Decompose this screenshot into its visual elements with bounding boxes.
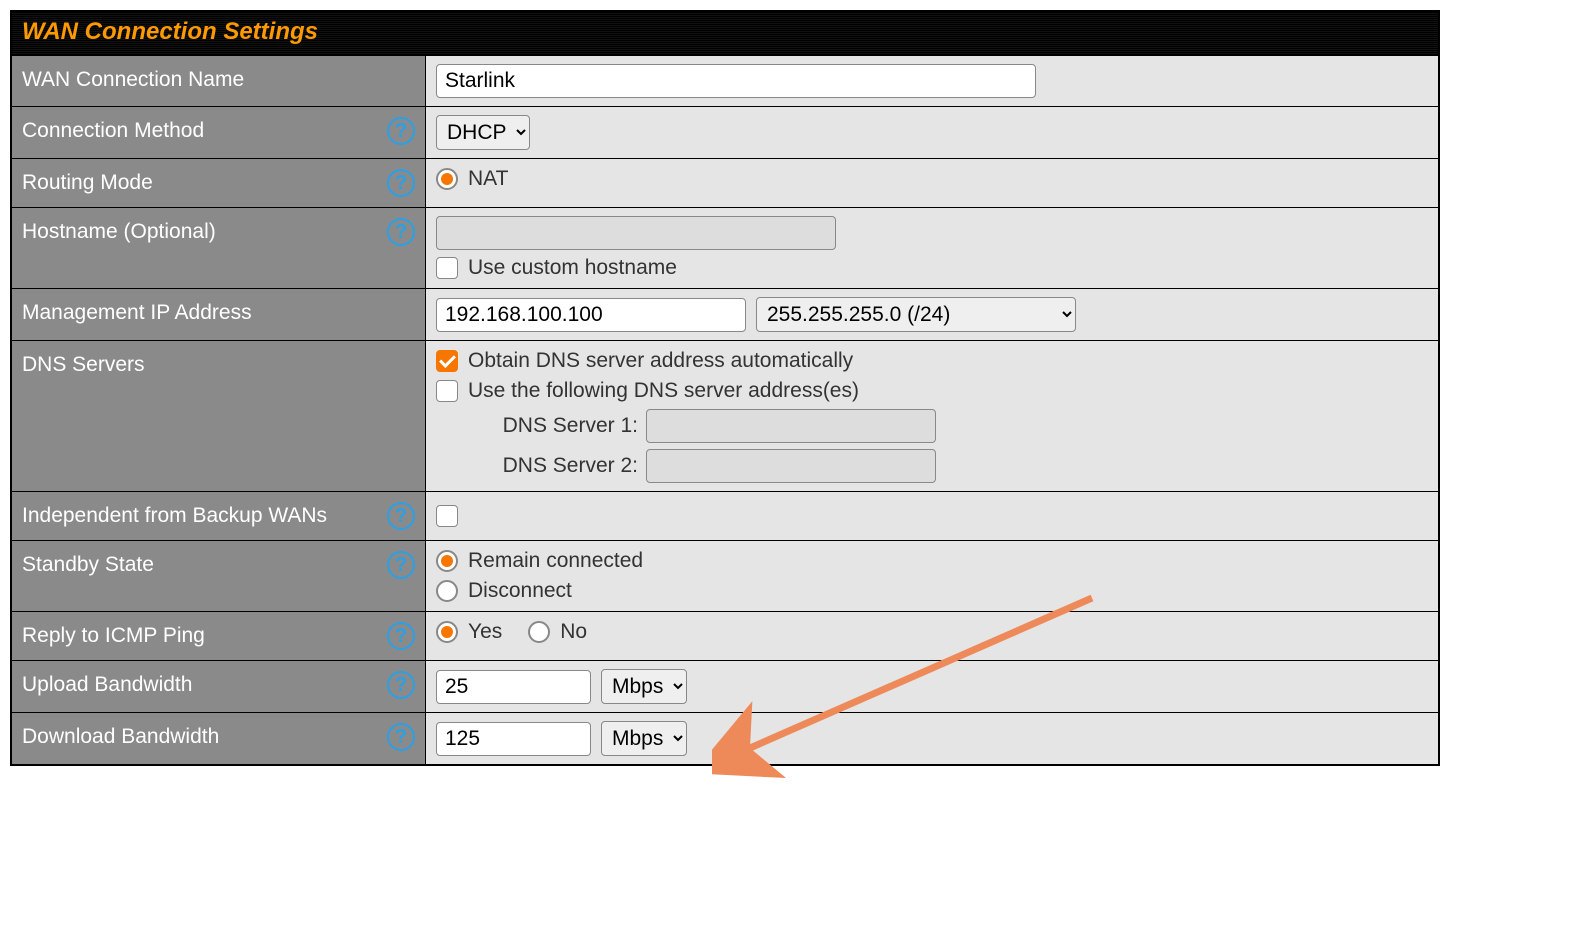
conn-method-select[interactable]: DHCP — [436, 115, 530, 150]
row-mgmt-ip: Management IP Address 255.255.255.0 (/24… — [12, 288, 1438, 340]
dns1-label: DNS Server 1: — [488, 414, 638, 438]
icmp-no-radio[interactable] — [528, 621, 550, 643]
help-icon[interactable]: ? — [387, 169, 415, 197]
row-dns: DNS Servers Obtain DNS server address au… — [12, 340, 1438, 491]
row-download-bw: Download Bandwidth ? Mbps — [12, 712, 1438, 764]
wan-settings-panel: WAN Connection Settings WAN Connection N… — [10, 10, 1440, 766]
dns1-input[interactable] — [646, 409, 936, 443]
label-hostname: Hostname (Optional) ? — [12, 208, 426, 288]
standby-remain-radio[interactable] — [436, 550, 458, 572]
row-standby: Standby State ? Remain connected Disconn… — [12, 540, 1438, 611]
use-custom-hostname-checkbox[interactable] — [436, 257, 458, 279]
dns-manual-label: Use the following DNS server address(es) — [468, 379, 859, 403]
row-backup-wan: Independent from Backup WANs ? — [12, 491, 1438, 540]
help-icon[interactable]: ? — [387, 671, 415, 699]
label-icmp: Reply to ICMP Ping ? — [12, 612, 426, 660]
routing-nat-radio[interactable] — [436, 168, 458, 190]
download-bw-unit-select[interactable]: Mbps — [601, 721, 687, 756]
help-icon[interactable]: ? — [387, 502, 415, 530]
standby-disconnect-radio[interactable] — [436, 580, 458, 602]
panel-title: WAN Connection Settings — [12, 12, 1438, 55]
hostname-input[interactable] — [436, 216, 836, 250]
label-wan-name: WAN Connection Name — [12, 56, 426, 106]
row-wan-name: WAN Connection Name — [12, 55, 1438, 106]
help-icon[interactable]: ? — [387, 117, 415, 145]
dns-auto-checkbox[interactable] — [436, 350, 458, 372]
dns2-input[interactable] — [646, 449, 936, 483]
dns-auto-label: Obtain DNS server address automatically — [468, 349, 853, 373]
help-icon[interactable]: ? — [387, 218, 415, 246]
standby-disconnect-label: Disconnect — [468, 579, 572, 603]
use-custom-hostname-label: Use custom hostname — [468, 256, 677, 280]
upload-bw-input[interactable] — [436, 670, 591, 704]
download-bw-input[interactable] — [436, 722, 591, 756]
help-icon[interactable]: ? — [387, 622, 415, 650]
backup-wan-checkbox[interactable] — [436, 505, 458, 527]
standby-remain-label: Remain connected — [468, 549, 643, 573]
row-upload-bw: Upload Bandwidth ? Mbps — [12, 660, 1438, 712]
help-icon[interactable]: ? — [387, 551, 415, 579]
help-icon[interactable]: ? — [387, 723, 415, 751]
upload-bw-unit-select[interactable]: Mbps — [601, 669, 687, 704]
mgmt-ip-input[interactable] — [436, 298, 746, 332]
wan-name-input[interactable] — [436, 64, 1036, 98]
dns2-label: DNS Server 2: — [488, 454, 638, 478]
row-routing-mode: Routing Mode ? NAT — [12, 158, 1438, 207]
label-dns: DNS Servers — [12, 341, 426, 491]
label-routing-mode: Routing Mode ? — [12, 159, 426, 207]
label-standby: Standby State ? — [12, 541, 426, 611]
dns-manual-checkbox[interactable] — [436, 380, 458, 402]
label-upload-bw: Upload Bandwidth ? — [12, 661, 426, 712]
row-icmp: Reply to ICMP Ping ? Yes No — [12, 611, 1438, 660]
icmp-no-label: No — [560, 620, 587, 644]
label-download-bw: Download Bandwidth ? — [12, 713, 426, 764]
row-hostname: Hostname (Optional) ? Use custom hostnam… — [12, 207, 1438, 288]
label-conn-method: Connection Method ? — [12, 107, 426, 158]
row-conn-method: Connection Method ? DHCP — [12, 106, 1438, 158]
label-backup-wan: Independent from Backup WANs ? — [12, 492, 426, 540]
routing-nat-label: NAT — [468, 167, 508, 191]
label-mgmt-ip: Management IP Address — [12, 289, 426, 340]
mgmt-mask-select[interactable]: 255.255.255.0 (/24) — [756, 297, 1076, 332]
icmp-yes-radio[interactable] — [436, 621, 458, 643]
icmp-yes-label: Yes — [468, 620, 502, 644]
